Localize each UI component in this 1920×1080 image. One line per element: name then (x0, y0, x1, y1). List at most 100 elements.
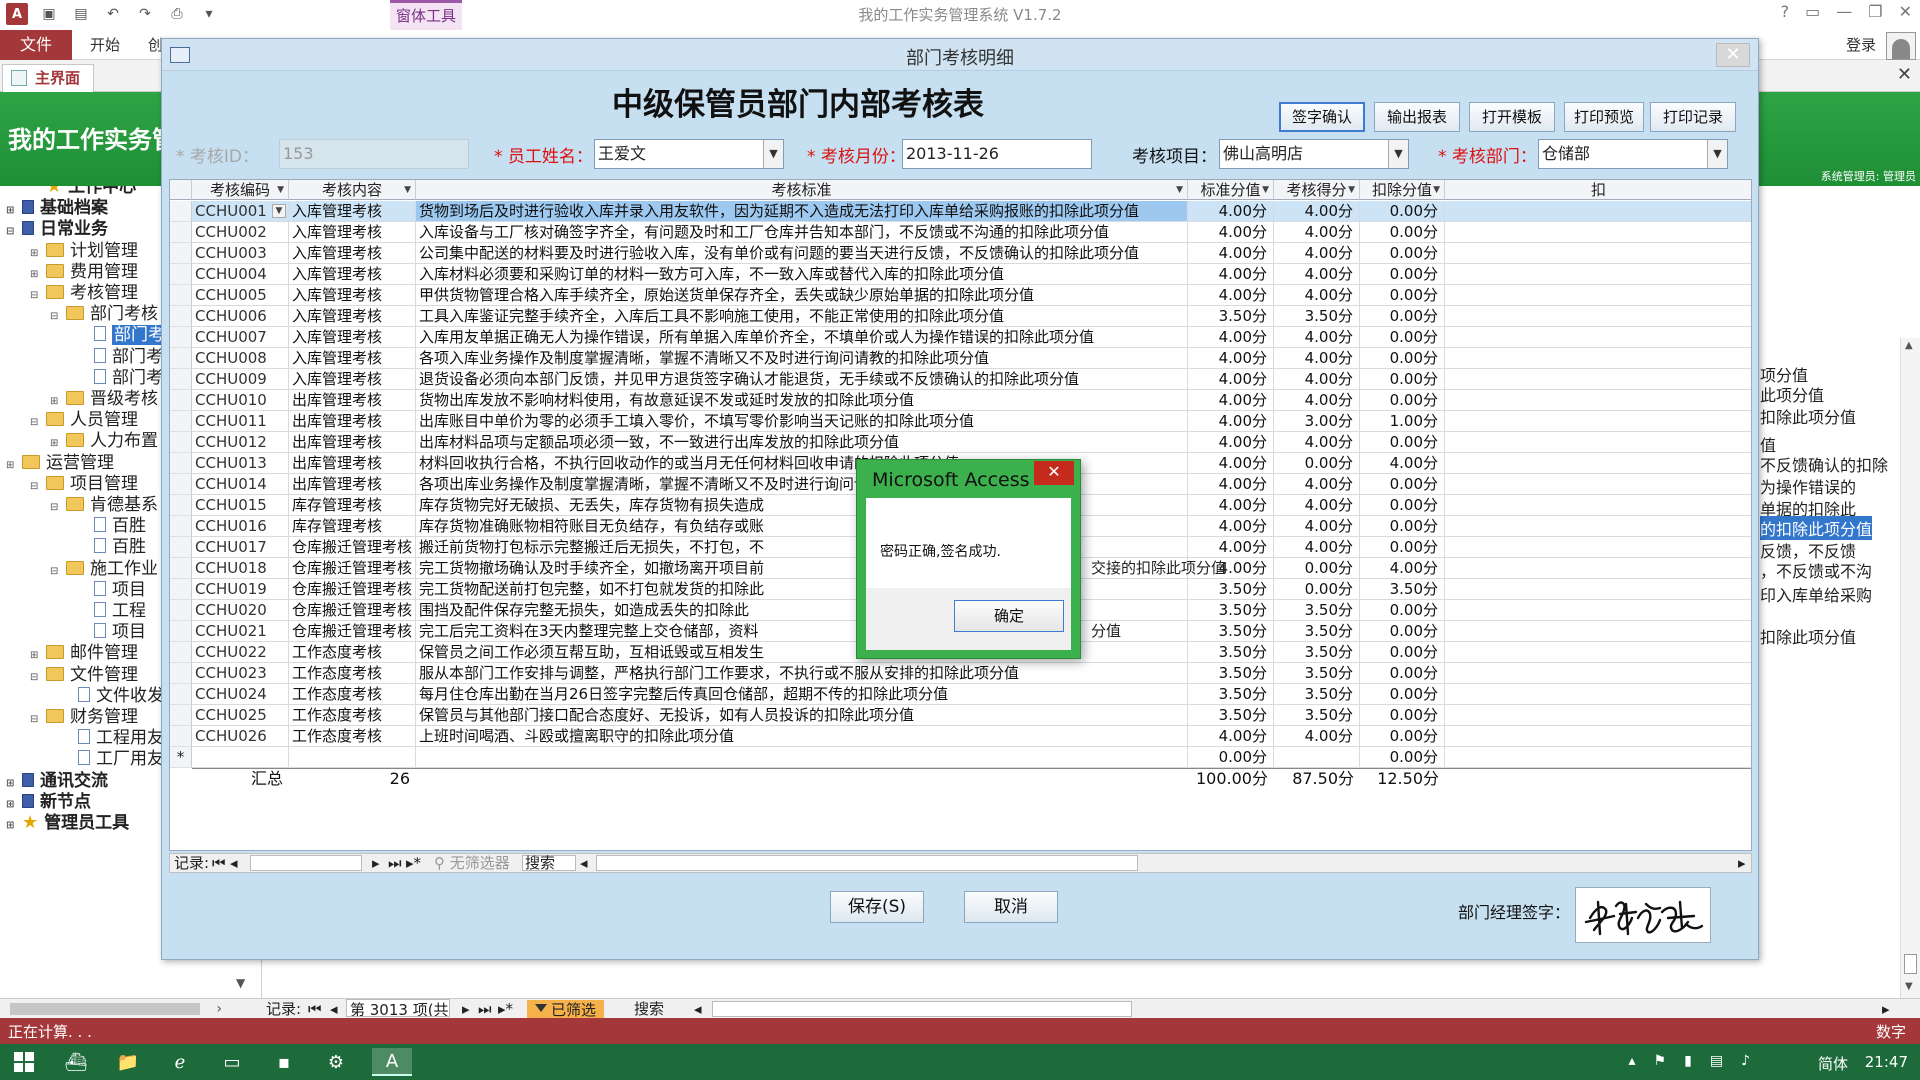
employee-name-combo[interactable]: 王爱文 ▼ (594, 139, 784, 169)
ime-indicator[interactable]: 简体 (1818, 1053, 1848, 1074)
table-cell[interactable] (192, 747, 289, 768)
chevron-down-icon[interactable]: ▼ (1176, 180, 1183, 199)
table-cell[interactable]: 入库管理考核 (289, 306, 416, 327)
collapse-icon[interactable]: ⊟ (30, 410, 40, 436)
table-cell[interactable]: 入库管理考核 (289, 201, 416, 222)
row-selector[interactable] (170, 621, 192, 642)
table-cell[interactable]: 出库管理考核 (289, 453, 416, 474)
collapse-icon[interactable]: ⊟ (30, 665, 40, 691)
table-cell[interactable]: 货物出库发放不影响材料使用，有故意延误不发或延时发放的扣除此项分值 (416, 390, 1188, 411)
ribbon-display-icon[interactable]: ▭ (1805, 2, 1820, 21)
row-selector[interactable] (170, 474, 192, 495)
row-selector[interactable] (170, 705, 192, 726)
inner-hscroll-thumb[interactable] (596, 855, 1138, 871)
table-cell[interactable]: CCHU018 (192, 558, 289, 579)
column-header[interactable]: 扣除分值 ▼ (1360, 180, 1445, 200)
new-record-marker[interactable]: * (170, 747, 192, 768)
row-selector[interactable] (170, 264, 192, 285)
main-vertical-scrollbar[interactable]: ▲ ▼ (1900, 338, 1920, 998)
hscroll-right-icon[interactable]: ▸ (1882, 999, 1890, 1019)
tab-main-interface[interactable]: 主界面 (2, 64, 94, 92)
column-header[interactable]: 考核标准 ▼ (416, 180, 1188, 200)
table-cell[interactable]: 入库管理考核 (289, 222, 416, 243)
scroll-down-icon[interactable]: ▼ (1905, 981, 1913, 992)
cancel-button[interactable]: 取消 (964, 891, 1058, 923)
volume-icon[interactable]: ♪ (1741, 1053, 1750, 1069)
table-cell[interactable]: 工作态度考核 (289, 684, 416, 705)
table-cell[interactable]: CCHU004 (192, 264, 289, 285)
record-position[interactable]: 第 3013 项(共 3( (346, 999, 450, 1017)
table-cell[interactable]: 工作态度考核 (289, 726, 416, 747)
ie-browser-icon[interactable]: ℯ (160, 1048, 200, 1076)
hscroll-right-icon[interactable]: ▸ (1738, 854, 1746, 872)
table-cell[interactable]: CCHU003 (192, 243, 289, 264)
table-cell[interactable]: CCHU002 (192, 222, 289, 243)
tab-home[interactable]: 开始 (90, 30, 120, 60)
row-selector[interactable] (170, 579, 192, 600)
table-cell[interactable]: 入库管理考核 (289, 327, 416, 348)
table-cell[interactable]: 出库管理考核 (289, 411, 416, 432)
chevron-down-icon[interactable]: ▼ (277, 180, 284, 199)
table-cell[interactable]: 货物到场后及时进行验收入库并录入用友软件，因为延期不入造成无法打印入库单给采购报… (416, 201, 1188, 222)
chevron-down-icon[interactable]: ▼ (272, 204, 286, 218)
print-log-button[interactable]: 打印记录 (1650, 102, 1736, 132)
row-selector[interactable] (170, 411, 192, 432)
row-selector[interactable] (170, 663, 192, 684)
collapse-icon[interactable]: ⊟ (50, 304, 60, 330)
row-selector[interactable] (170, 369, 192, 390)
table-cell[interactable]: CCHU025 (192, 705, 289, 726)
filter-toggle[interactable]: 已筛选 (527, 1000, 605, 1019)
collapse-icon[interactable]: ⊟ (30, 474, 40, 500)
table-cell[interactable]: 仓库搬迁管理考核 (289, 558, 416, 579)
collapse-icon[interactable]: ⊟ (50, 559, 60, 585)
table-cell[interactable]: CCHU008 (192, 348, 289, 369)
row-selector[interactable] (170, 432, 192, 453)
next-record-icon[interactable]: ▸ (462, 999, 470, 1019)
close-document-icon[interactable]: ✕ (1897, 64, 1912, 85)
start-button[interactable] (4, 1048, 44, 1076)
table-cell[interactable]: CCHU010 (192, 390, 289, 411)
table-cell[interactable] (416, 747, 1188, 768)
tree-item[interactable]: ⊞ ★ 管理员工具 (6, 810, 129, 836)
table-cell[interactable]: 出库材料品项与定额品项必须一致，不一致进行出库发放的扣除此项分值 (416, 432, 1188, 453)
table-cell[interactable]: CCHU016 (192, 516, 289, 537)
network-app-icon[interactable]: ⚙ (316, 1048, 356, 1076)
prev-record-icon[interactable]: ◂ (230, 854, 238, 872)
collapse-icon[interactable]: ⊟ (30, 283, 40, 309)
select-all-corner[interactable] (170, 180, 192, 200)
nav-horizontal-scrollbar[interactable]: › (0, 998, 262, 1018)
table-cell[interactable]: 出库管理考核 (289, 390, 416, 411)
column-header[interactable]: 考核内容 ▼ (289, 180, 416, 200)
table-cell[interactable]: CCHU022 (192, 642, 289, 663)
chevron-down-icon[interactable]: ▼ (1262, 180, 1269, 199)
help-icon[interactable]: ? (1781, 2, 1790, 21)
scroll-up-icon[interactable]: ▲ (1905, 340, 1913, 351)
first-record-icon[interactable]: ⏮ (212, 854, 226, 872)
app-window-icon[interactable]: ▭ (212, 1048, 252, 1076)
table-cell[interactable]: 入库管理考核 (289, 369, 416, 390)
file-explorer-icon[interactable]: 📁 (108, 1048, 148, 1076)
row-selector[interactable] (170, 243, 192, 264)
restore-icon[interactable]: ❐ (1868, 2, 1882, 21)
print-preview-button[interactable]: 打印预览 (1564, 102, 1644, 132)
row-selector[interactable] (170, 642, 192, 663)
dept-combo[interactable]: 仓储部 ▼ (1538, 139, 1728, 169)
row-selector[interactable] (170, 537, 192, 558)
table-cell[interactable]: CCHU014 (192, 474, 289, 495)
table-cell[interactable]: CCHU011 (192, 411, 289, 432)
record-position-box[interactable] (250, 855, 362, 871)
table-cell[interactable]: CCHU017 (192, 537, 289, 558)
table-cell[interactable]: 入库管理考核 (289, 264, 416, 285)
chevron-down-icon[interactable]: ▼ (1348, 180, 1355, 199)
access-taskbar-icon[interactable]: A (372, 1048, 412, 1076)
row-selector[interactable] (170, 348, 192, 369)
collapse-icon[interactable]: ⊟ (6, 219, 16, 245)
table-cell[interactable]: 工具入库鉴证完整手续齐全，入库后工具不影响施工使用，不能正常使用的扣除此项分值 (416, 306, 1188, 327)
table-cell[interactable]: CCHU013 (192, 453, 289, 474)
table-cell[interactable]: 工作态度考核 (289, 705, 416, 726)
table-cell[interactable]: 保管员与其他部门接口配合态度好、无投诉，如有人员投诉的扣除此项分值 (416, 705, 1188, 726)
row-selector[interactable] (170, 222, 192, 243)
flag-icon[interactable]: ⚑ (1654, 1053, 1667, 1069)
open-template-button[interactable]: 打开模板 (1469, 102, 1555, 132)
table-cell[interactable]: 仓库搬迁管理考核 (289, 537, 416, 558)
